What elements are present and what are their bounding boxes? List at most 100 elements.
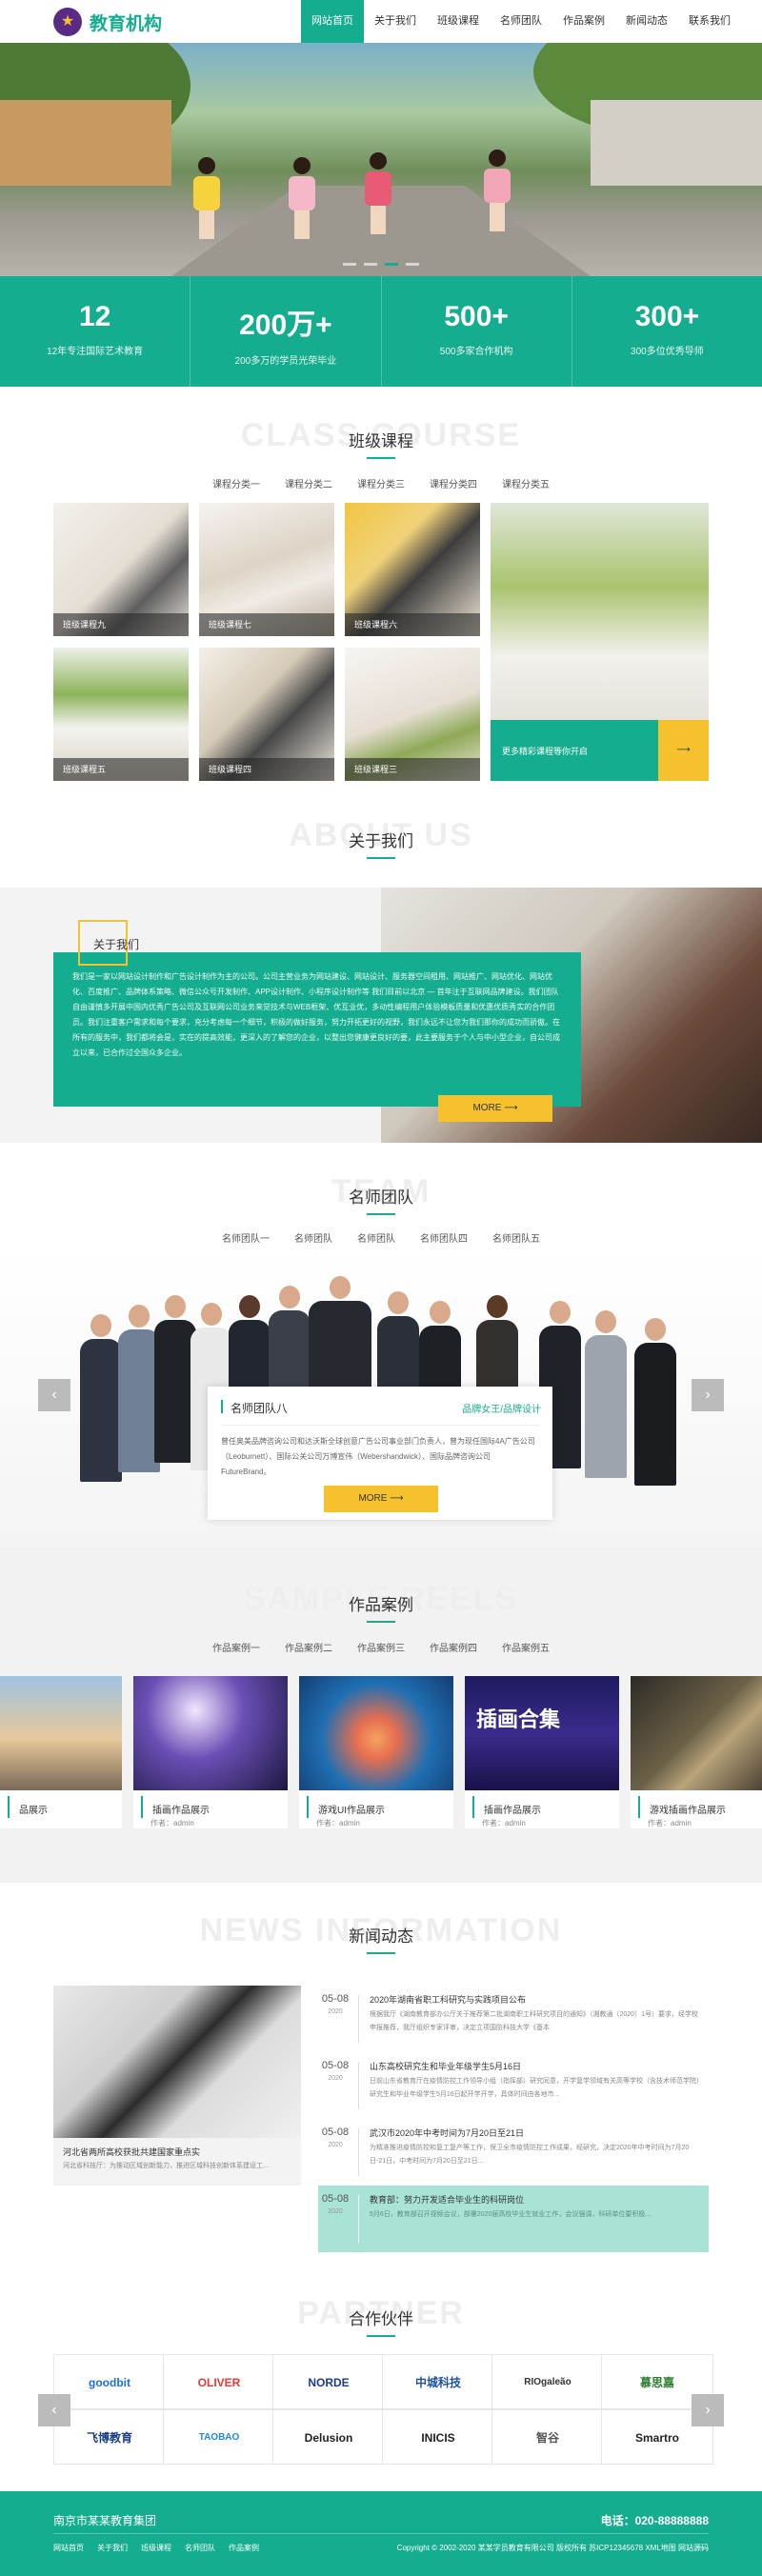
course-tab[interactable]: 课程分类四 [430,476,477,490]
course-tabs: 课程分类一 课程分类二 课程分类三 课程分类四 课程分类五 [0,476,762,490]
news-item[interactable]: 05-08 2020 2020年湖南省职工科研究与实践项目公布 根据我厅《湖南教育… [318,1986,709,2052]
slider-dot[interactable] [364,263,377,266]
building-shape [0,100,171,186]
course-tab[interactable]: 课程分类五 [502,476,550,490]
course-feature-card[interactable]: 更多精彩课程等你开启 ⟶ [491,503,709,781]
course-tab[interactable]: 课程分类一 [212,476,260,490]
footer-link[interactable]: 关于我们 [97,2543,128,2553]
logo-icon[interactable]: ★ [53,8,82,36]
team-more-label: MORE [358,1493,388,1504]
course-card[interactable]: 班级课程七 [199,503,334,636]
arrow-right-icon[interactable]: ⟶ [658,720,709,781]
nav-about[interactable]: 关于我们 [364,0,427,43]
partner-logo[interactable]: OLIVER [163,2354,275,2409]
nav-news[interactable]: 新闻动态 [615,0,678,43]
course-card-title: 班级课程六 [345,613,480,636]
work-card[interactable]: 插画合集 插画作品展示 作者：admin [465,1676,619,1828]
works-tab[interactable]: 作品案例三 [357,1640,405,1654]
news-date-year: 2020 [328,2075,343,2082]
news-item[interactable]: 05-08 2020 武汉市2020年中考时间为7月20日至21日 为精准推进疫情… [318,2119,709,2186]
team-tab[interactable]: 名师团队 [294,1230,332,1245]
chevron-right-icon[interactable]: › [692,1379,724,1411]
stat-item: 500+ 500多家合作机构 [382,276,572,387]
partner-logo[interactable]: RIOgaleão [491,2354,604,2409]
section-title: 名师团队 [349,1188,413,1207]
news-item-active[interactable]: 05-08 2020 教育部：努力开发适合毕业生的科研岗位 5月6日，教育部召开视… [318,2186,709,2252]
card-accent [221,1400,223,1413]
courses-heading: CLASS COURSE 班级课程 [0,417,762,459]
news-heading: NEWS INFORMATION 新闻动态 [0,1912,762,1954]
slider-dots [343,263,419,266]
team-tab[interactable]: 名师团队一 [222,1230,270,1245]
section-title: 合作伙伴 [349,2310,413,2328]
nav-team[interactable]: 名师团队 [490,0,552,43]
slider-dot-active[interactable] [385,263,398,266]
news-divider [358,1995,359,2043]
footer-link[interactable]: 名师团队 [185,2543,215,2553]
works-tab[interactable]: 作品案例一 [212,1640,260,1654]
news-date: 05-08 2020 [318,1993,352,2015]
course-tab[interactable]: 课程分类三 [357,476,405,490]
work-image [631,1676,762,1790]
work-image: 插画合集 [465,1676,619,1790]
partner-logo[interactable]: NORDE [272,2354,385,2409]
partner-logo[interactable]: 智谷 [491,2409,604,2465]
news-date-year: 2020 [328,2008,343,2015]
nav-contact[interactable]: 联系我们 [678,0,741,43]
course-tab[interactable]: 课程分类二 [285,476,332,490]
partner-logo[interactable]: Delusion [272,2409,385,2465]
team-tabs: 名师团队一 名师团队 名师团队 名师团队四 名师团队五 [0,1230,762,1245]
team-tab[interactable]: 名师团队 [357,1230,395,1245]
title-underline [367,2335,395,2337]
nav-home[interactable]: 网站首页 [301,0,364,43]
stat-value: 12 [78,301,111,332]
chevron-left-icon[interactable]: ‹ [38,1379,70,1411]
news-summary: 日前山东省教育厅在疫情防控工作领导小组（指挥部）研究同意，开学复学领域有关高等学… [370,2078,703,2098]
footer-link[interactable]: 作品案例 [229,2543,259,2553]
about-more-button[interactable]: MORE ⟶ [438,1095,552,1122]
slider-dot[interactable] [343,263,356,266]
chevron-left-icon[interactable]: ‹ [38,2394,70,2426]
nav-courses[interactable]: 班级课程 [427,0,490,43]
news-summary: 为精准推进疫情防控和复工复产等工作，保卫全市疫情防控工作成果，经研究，决定202… [370,2145,690,2165]
news-feature-photo [53,1986,301,2138]
about-text: 我们是一家以网站设计制作和广告设计制作为主的公司。公司主营业务为网站建设、网站设… [72,972,560,1057]
work-title: 游戏插画作品展示 [638,1796,762,1818]
footer-link[interactable]: 班级课程 [141,2543,171,2553]
work-card[interactable]: 品展示 [0,1676,122,1828]
card-divider [221,1425,539,1426]
slider-dot[interactable] [406,263,419,266]
team-tab[interactable]: 名师团队五 [492,1230,540,1245]
work-card[interactable]: 游戏UI作品展示 作者：admin [299,1676,453,1828]
works-tab[interactable]: 作品案例二 [285,1640,332,1654]
work-image [0,1676,122,1790]
team-tab[interactable]: 名师团队四 [420,1230,468,1245]
partner-logo[interactable]: TAOBAO [163,2409,275,2465]
works-tab[interactable]: 作品案例五 [502,1640,550,1654]
team-more-button[interactable]: MORE ⟶ [324,1486,438,1512]
footer-link[interactable]: 网站首页 [53,2543,84,2553]
course-card[interactable]: 班级课程五 [53,648,189,781]
work-card[interactable]: 游戏插画作品展示 作者：admin [631,1676,762,1828]
title-underline [367,457,395,459]
news-summary: 5月6日，教育部召开视频会议，部署2020届高校毕业生就业工作，会议强调，科研单… [370,2211,652,2218]
news-item[interactable]: 05-08 2020 山东高校研究生和毕业年级学生5月16日 日前山东省教育厅在疫… [318,2052,709,2119]
person-figure [634,1318,676,1486]
nav-works[interactable]: 作品案例 [552,0,615,43]
footer-phone: 电话：020-88888888 [600,2514,709,2527]
course-card[interactable]: 班级课程六 [345,503,480,636]
chevron-right-icon[interactable]: › [692,2394,724,2426]
team-card-name: 名师团队八 [231,1402,289,1415]
logo-text[interactable]: 教育机构 [90,10,162,35]
course-more-bar[interactable]: 更多精彩课程等你开启 ⟶ [491,720,709,781]
partner-logo[interactable]: 中城科技 [382,2354,494,2409]
works-tab[interactable]: 作品案例四 [430,1640,477,1654]
course-card[interactable]: 班级课程九 [53,503,189,636]
title-underline [367,1213,395,1215]
work-card[interactable]: 插画作品展示 作者：admin [133,1676,288,1828]
course-card[interactable]: 班级课程三 [345,648,480,781]
course-card[interactable]: 班级课程四 [199,648,334,781]
partner-logo[interactable]: INICIS [382,2409,494,2465]
news-feature[interactable]: 河北省两所高校获批共建国家重点实 河北省科技厅：为推动区域创新能力，推进区域科技… [53,1986,301,2186]
stat-value: 300+ [634,301,700,332]
